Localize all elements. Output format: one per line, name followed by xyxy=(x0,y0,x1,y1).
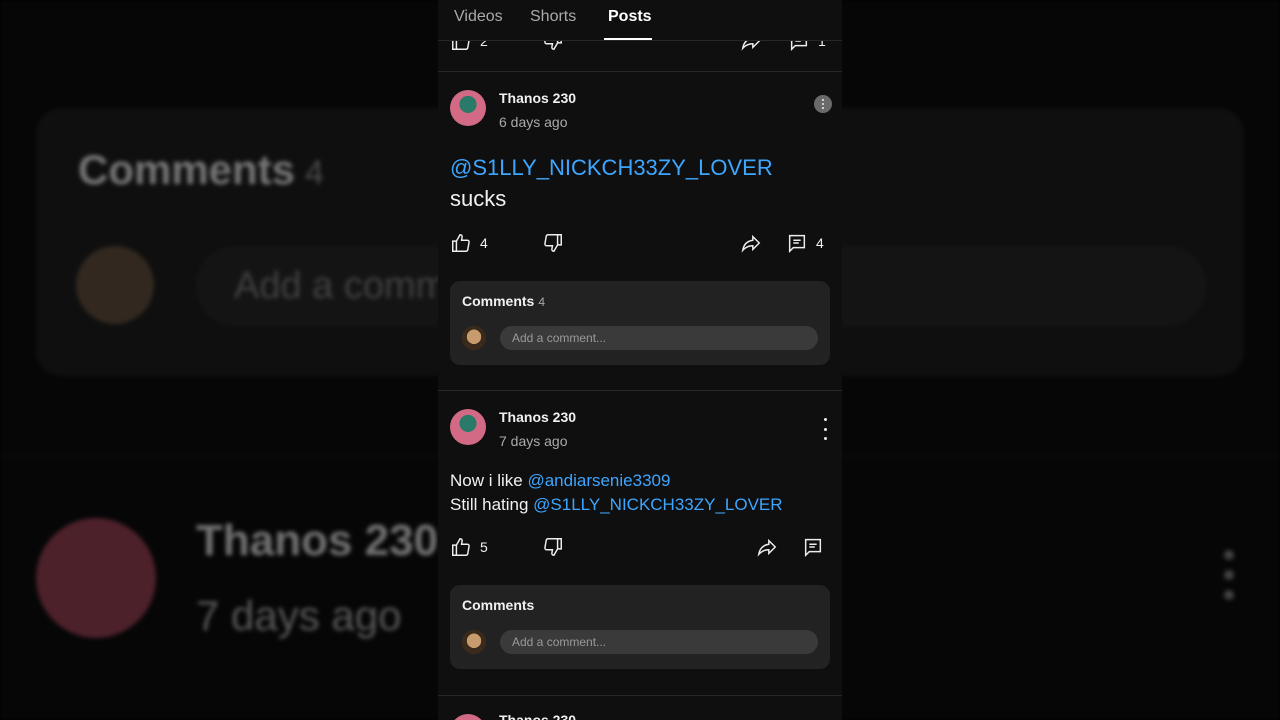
like-count: 5 xyxy=(480,539,488,555)
comments-button[interactable] xyxy=(802,536,824,558)
bg-author-avatar xyxy=(36,518,156,638)
thumbs-down-icon xyxy=(544,538,562,556)
comments-title: Comments 4 xyxy=(462,293,546,309)
share-icon xyxy=(741,234,761,253)
like-button[interactable]: 5 xyxy=(450,536,488,558)
comments-title: Comments xyxy=(462,597,535,613)
share-button[interactable] xyxy=(740,232,762,254)
channel-tabs: Videos Shorts Posts xyxy=(438,0,842,41)
post-text-line: Still hating @S1LLY_NICKCH33ZY_LOVER xyxy=(450,495,783,514)
phone-screen: Videos Shorts Posts 2 1 Thanos 230 6 day… xyxy=(438,0,842,720)
post-text: @S1LLY_NICKCH33ZY_LOVER sucks xyxy=(450,152,830,214)
bg-author-name: Thanos 230 xyxy=(196,516,439,565)
bg-kebab-icon xyxy=(1224,550,1236,610)
comments-count: 4 xyxy=(538,295,546,309)
community-post: Thanos 230 xyxy=(438,696,842,720)
like-count: 4 xyxy=(480,235,488,251)
post-text: Now i like @andiarsenie3309 Still hating… xyxy=(450,469,830,517)
comment-icon xyxy=(788,234,806,254)
thumbs-down-icon xyxy=(544,234,562,252)
dislike-button[interactable] xyxy=(542,536,564,558)
community-post: Thanos 230 6 days ago @S1LLY_NICKCH33ZY_… xyxy=(438,72,842,390)
thumbs-up-icon xyxy=(452,538,470,556)
author-name[interactable]: Thanos 230 xyxy=(499,712,576,720)
more-options-icon[interactable] xyxy=(814,95,832,113)
community-post: Thanos 230 7 days ago Now i like @andiar… xyxy=(438,391,842,695)
dislike-button[interactable] xyxy=(542,232,564,254)
add-comment-input[interactable]: Add a comment... xyxy=(500,630,818,654)
user-avatar xyxy=(462,326,486,350)
add-comment-input[interactable]: Add a comment... xyxy=(500,326,818,350)
mention-link[interactable]: @andiarsenie3309 xyxy=(527,471,670,490)
tab-posts[interactable]: Posts xyxy=(608,8,652,26)
author-avatar[interactable] xyxy=(450,90,486,126)
mention-link[interactable]: @S1LLY_NICKCH33ZY_LOVER xyxy=(533,495,782,514)
comments-preview-card[interactable]: Comments 4 Add a comment... xyxy=(450,281,830,365)
share-button[interactable] xyxy=(756,536,778,558)
author-name[interactable]: Thanos 230 xyxy=(499,409,576,425)
comments-button[interactable]: 4 xyxy=(786,232,824,254)
post-text-line: sucks xyxy=(450,186,507,211)
comment-icon xyxy=(804,538,822,558)
share-icon xyxy=(757,538,777,557)
post-time: 7 days ago xyxy=(499,433,568,449)
bg-avatar xyxy=(76,246,154,324)
tab-shorts[interactable]: Shorts xyxy=(530,8,576,26)
thumbs-up-icon xyxy=(452,234,470,252)
user-avatar xyxy=(462,630,486,654)
like-button[interactable]: 4 xyxy=(450,232,488,254)
mention-link[interactable]: @S1LLY_NICKCH33ZY_LOVER xyxy=(450,152,830,183)
author-avatar[interactable] xyxy=(450,409,486,445)
bg-time-ago: 7 days ago xyxy=(196,592,402,639)
bg-comments-title: Comments 4 xyxy=(78,146,324,193)
post-time: 6 days ago xyxy=(499,114,568,130)
tab-videos[interactable]: Videos xyxy=(454,8,503,26)
comments-preview-card[interactable]: Comments Add a comment... xyxy=(450,585,830,669)
post-text-line: Now i like @andiarsenie3309 xyxy=(450,471,671,490)
active-tab-indicator xyxy=(604,38,652,40)
author-avatar[interactable] xyxy=(450,714,486,720)
comment-count: 4 xyxy=(816,235,824,251)
more-options-icon[interactable] xyxy=(818,418,832,440)
author-name[interactable]: Thanos 230 xyxy=(499,90,576,106)
